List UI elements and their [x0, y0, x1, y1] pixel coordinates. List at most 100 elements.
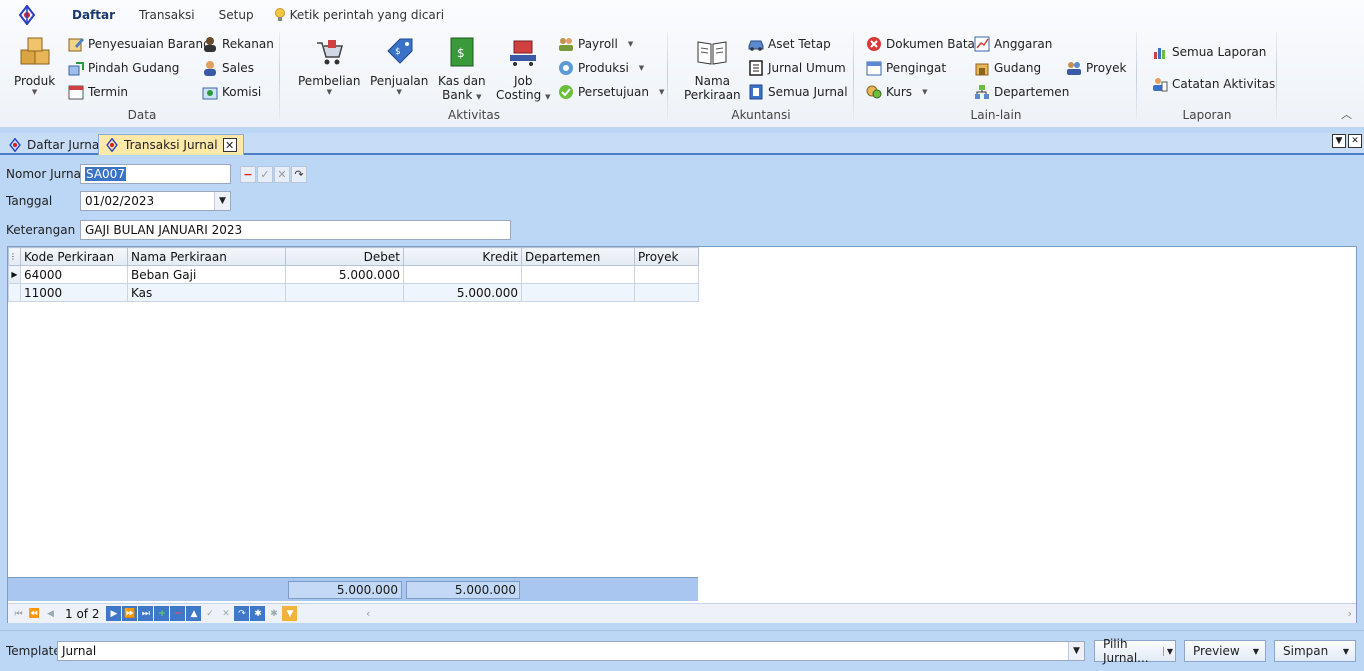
termin-button[interactable]: Termin	[68, 82, 128, 102]
refresh-icon[interactable]: ↷	[291, 166, 307, 183]
tab-daftar[interactable]: Daftar	[60, 4, 127, 26]
money-book-icon: $	[450, 37, 474, 67]
nama-perkiraan-button[interactable]: Nama Perkiraan	[684, 34, 741, 102]
cell-kode[interactable]: 11000	[20, 283, 128, 302]
first-record-icon[interactable]: ⏮	[11, 606, 26, 621]
proyek-button[interactable]: Proyek	[1066, 58, 1126, 78]
post-edit-icon[interactable]: ✓	[202, 606, 217, 621]
aset-tetap-button[interactable]: Aset Tetap	[748, 34, 831, 54]
semua-laporan-button[interactable]: Semua Laporan	[1152, 42, 1266, 62]
prev-page-icon[interactable]: ⏪	[27, 606, 42, 621]
semua-jurnal-button[interactable]: Semua Jurnal	[748, 82, 848, 102]
col-nama-perkiraan[interactable]: Nama Perkiraan	[127, 247, 286, 266]
cancel-icon[interactable]: ✕	[274, 166, 290, 183]
chevron-down-icon[interactable]: ▼	[1343, 647, 1349, 656]
col-kode-perkiraan[interactable]: Kode Perkiraan	[20, 247, 128, 266]
cell-proyek[interactable]	[634, 283, 699, 302]
goto-bookmark-icon[interactable]: ✱	[266, 606, 281, 621]
chevron-down-icon[interactable]: ▼	[214, 192, 230, 210]
chevron-down-icon[interactable]: ▼	[1253, 647, 1259, 656]
tab-transaksi-jurnal[interactable]: Transaksi Jurnal ✕	[98, 134, 244, 155]
dokumen-batal-button[interactable]: Dokumen Batal	[866, 34, 978, 54]
next-record-icon[interactable]: ▶	[106, 606, 122, 621]
collapse-ribbon-icon[interactable]: ︿	[1341, 106, 1352, 122]
table-row[interactable]: 11000 Kas 5.000.000	[8, 283, 699, 302]
cell-nama[interactable]: Beban Gaji	[127, 265, 286, 284]
cell-proyek[interactable]	[634, 265, 699, 284]
catatan-aktivitas-button[interactable]: Catatan Aktivitas	[1152, 74, 1275, 94]
nomor-jurnal-input[interactable]: SA007	[80, 164, 231, 184]
close-window-icon[interactable]: ✕	[1348, 134, 1362, 148]
col-proyek[interactable]: Proyek	[634, 247, 699, 266]
cell-debet[interactable]	[285, 283, 404, 302]
kurs-button[interactable]: Kurs ▼	[866, 82, 927, 102]
template-select[interactable]: Jurnal ▼	[57, 641, 1085, 661]
tab-daftar-jurnal[interactable]: Daftar Jurnal	[2, 134, 109, 155]
col-kredit[interactable]: Kredit	[403, 247, 522, 266]
tab-transaksi[interactable]: Transaksi	[127, 4, 207, 26]
scroll-left-icon[interactable]: ‹	[366, 607, 370, 620]
komisi-button[interactable]: Komisi	[202, 82, 261, 102]
bookmark-icon[interactable]: ✱	[250, 606, 266, 621]
col-departemen[interactable]: Departemen	[521, 247, 635, 266]
penyesuaian-barang-button[interactable]: Penyesuaian Barang	[68, 34, 211, 54]
open-book-icon	[697, 41, 727, 65]
simpan-button[interactable]: Simpan ▼	[1274, 640, 1356, 662]
cancel-edit-icon[interactable]: ✕	[218, 606, 233, 621]
pilih-jurnal-button[interactable]: Pilih Jurnal... ▼	[1094, 637, 1176, 665]
gudang-button[interactable]: Gudang	[974, 58, 1041, 78]
cell-debet[interactable]: 5.000.000	[285, 265, 404, 284]
group-label-akuntansi: Akuntansi	[731, 108, 791, 122]
pindah-gudang-button[interactable]: Pindah Gudang	[68, 58, 179, 78]
check-icon[interactable]: ✓	[257, 166, 273, 183]
command-search[interactable]: Ketik perintah yang dicari	[266, 8, 444, 22]
cell-kredit[interactable]: 5.000.000	[403, 283, 522, 302]
table-row[interactable]: ▶ 64000 Beban Gaji 5.000.000	[8, 265, 699, 284]
kas-dan-bank-button[interactable]: $ Kas dan Bank ▼	[438, 34, 486, 102]
cell-departemen[interactable]	[521, 283, 635, 302]
close-tab-icon[interactable]: ✕	[222, 138, 237, 152]
penjualan-button[interactable]: $ Penjualan ▼	[370, 34, 428, 96]
keterangan-input[interactable]: GAJI BULAN JANUARI 2023	[80, 220, 511, 240]
app-menu-button[interactable]	[14, 4, 40, 26]
delete-icon[interactable]: −	[240, 166, 256, 183]
delete-row-icon[interactable]: −	[170, 606, 186, 621]
cell-nama[interactable]: Kas	[127, 283, 286, 302]
scroll-right-icon[interactable]: ›	[1348, 607, 1352, 620]
cell-kode[interactable]: 64000	[20, 265, 128, 284]
persetujuan-button[interactable]: Persetujuan ▼	[558, 82, 664, 102]
page-indicator: 1 of 2	[65, 606, 100, 621]
pembelian-button[interactable]: Pembelian ▼	[298, 34, 361, 96]
add-row-icon[interactable]: +	[154, 606, 170, 621]
cell-kredit[interactable]	[403, 265, 522, 284]
rekanan-button[interactable]: Rekanan	[202, 34, 274, 54]
pengingat-button[interactable]: Pengingat	[866, 58, 946, 78]
separator	[853, 32, 854, 120]
row-selector-header-icon[interactable]: ⋮	[8, 247, 21, 266]
payroll-button[interactable]: Payroll ▼	[558, 34, 633, 54]
chevron-down-icon[interactable]: ▼	[1068, 642, 1084, 660]
prev-record-icon[interactable]: ◀	[43, 606, 58, 621]
chevron-down-icon[interactable]: ▼	[1162, 646, 1173, 656]
refresh-icon[interactable]: ↷	[234, 606, 250, 621]
tanggal-datepicker[interactable]: 01/02/2023 ▼	[80, 191, 231, 211]
edit-row-icon[interactable]: ▲	[186, 606, 202, 621]
anggaran-button[interactable]: Anggaran	[974, 34, 1052, 54]
cell-departemen[interactable]	[521, 265, 635, 284]
next-page-icon[interactable]: ⏩	[122, 606, 138, 621]
last-record-icon[interactable]: ⏭	[138, 606, 154, 621]
filter-icon[interactable]: ▼	[282, 606, 298, 621]
tab-list-dropdown-icon[interactable]: ▼	[1332, 134, 1346, 148]
produk-button[interactable]: Produk ▼	[14, 34, 55, 96]
total-debet: 5.000.000	[288, 581, 402, 599]
job-costing-button[interactable]: Job Costing ▼	[496, 34, 550, 102]
departemen-button[interactable]: Departemen	[974, 82, 1069, 102]
preview-button[interactable]: Preview ▼	[1184, 640, 1266, 662]
row-indicator	[8, 283, 21, 302]
check-circle-icon	[559, 85, 573, 99]
sales-button[interactable]: Sales	[202, 58, 254, 78]
produksi-button[interactable]: Produksi ▼	[558, 58, 644, 78]
col-debet[interactable]: Debet	[285, 247, 404, 266]
tab-setup[interactable]: Setup	[207, 4, 266, 26]
jurnal-umum-button[interactable]: Jurnal Umum	[748, 58, 846, 78]
